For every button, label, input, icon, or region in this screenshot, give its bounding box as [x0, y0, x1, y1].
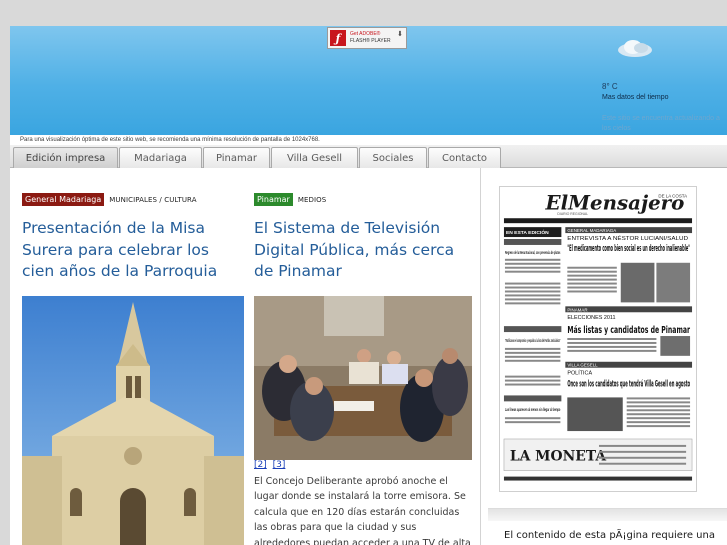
newspaper-side-headline1: Regreso de la Mesa Nacional, con presenc…: [505, 250, 561, 256]
image-link[interactable]: [3]: [273, 460, 286, 470]
tab-pinamar[interactable]: Pinamar: [203, 147, 270, 168]
newspaper-side-headline2: "Ratificamos el compromiso y respaldo a …: [505, 338, 561, 344]
newspaper-kicker2: ELECCIONES 2011: [567, 315, 615, 321]
flash-required-notice: El contenido de esta pÃ¡gina requiere un…: [504, 530, 715, 541]
tab-edicion-impresa[interactable]: Edición impresa: [13, 147, 118, 168]
newspaper-side-headline3: Las líneas aparecen al menos sin llegar …: [505, 407, 560, 413]
tab-madariaga[interactable]: Madariaga: [119, 147, 202, 168]
category-tag[interactable]: General Madariaga: [22, 193, 105, 206]
flash-icon: ƒ: [330, 30, 346, 46]
weather-more-link[interactable]: Mas datos del tiempo: [602, 94, 669, 101]
weather-temperature: 8° C: [602, 82, 618, 91]
page-frame-left: [0, 0, 10, 545]
resolution-note: Para una visualización óptima de este si…: [10, 135, 727, 145]
get-flash-player-button[interactable]: ƒ Get ADOBE® FLASH® PLAYER ⬇: [327, 27, 407, 49]
download-arrow-icon: ⬇: [397, 30, 403, 38]
newspaper-section1: GENERAL MADARIAGA: [567, 228, 616, 233]
article-middle-title[interactable]: El Sistema de Televisión Digital Pública…: [254, 218, 476, 283]
tab-sociales[interactable]: Sociales: [359, 147, 427, 168]
site-header: ƒ Get ADOBE® FLASH® PLAYER ⬇ 8° C Mas da…: [10, 26, 727, 135]
newspaper-headline3: Once son los candidatos que tendrá Villa…: [567, 380, 690, 390]
category-tag[interactable]: Pinamar: [254, 193, 293, 206]
newspaper-ad: LA MONETA: [510, 449, 606, 465]
newspaper-headline2: Más listas y candidatos de Pinamar: [567, 324, 690, 336]
newspaper-cover[interactable]: ElMensajero DE LA COSTA DIARIO REGIONAL …: [499, 186, 697, 492]
cloud-icon: [618, 40, 652, 57]
newspaper-section2: PINAMAR: [567, 307, 587, 312]
article-left-title[interactable]: Presentación de la Misa Surera para cele…: [22, 218, 244, 283]
article-middle-kicker: Pinamar MEDIOS: [254, 193, 326, 206]
flash-line2: FLASH® PLAYER: [350, 38, 391, 44]
newspaper-masthead-small: DE LA COSTA: [658, 193, 687, 198]
newspaper-kicker1: ENTREVISTA A NÉSTOR LUCIANI/SALUD: [567, 235, 688, 242]
newspaper-kicker3: POLÍTICA: [567, 370, 592, 377]
main-content: General Madariaga MUNICIPALES / CULTURA …: [10, 168, 727, 545]
flash-line1: Get ADOBE®: [350, 31, 381, 37]
section-label: MUNICIPALES / CULTURA: [109, 195, 197, 204]
council-meeting-photo[interactable]: [254, 296, 472, 460]
church-photo[interactable]: [22, 296, 244, 545]
section-label: MEDIOS: [297, 195, 327, 204]
article-left-kicker: General Madariaga MUNICIPALES / CULTURA: [22, 193, 197, 206]
newspaper-subtitle: DIARIO REGIONAL: [557, 212, 588, 216]
column-divider: [480, 168, 481, 545]
page-frame-top: [0, 0, 727, 26]
newspaper-section3: VILLA GESELL: [567, 363, 598, 368]
box-header-bar: [488, 509, 727, 521]
newspaper-headline1: "El medicamento como bien social es un d…: [567, 244, 690, 254]
flash-required-box: El contenido de esta pÃ¡gina requiere un…: [488, 508, 727, 545]
image-links: [2] [3]: [254, 460, 288, 470]
weather-note: Este sitio se encuentra actualizando a l…: [602, 115, 720, 132]
tab-contacto[interactable]: Contacto: [428, 147, 501, 168]
main-nav: Edición impresa Madariaga Pinamar Villa …: [10, 145, 727, 168]
image-link[interactable]: [2]: [254, 460, 267, 470]
article-middle-summary: El Concejo Deliberante aprobó anoche el …: [254, 476, 471, 545]
tab-villa-gesell[interactable]: Villa Gesell: [271, 147, 358, 168]
